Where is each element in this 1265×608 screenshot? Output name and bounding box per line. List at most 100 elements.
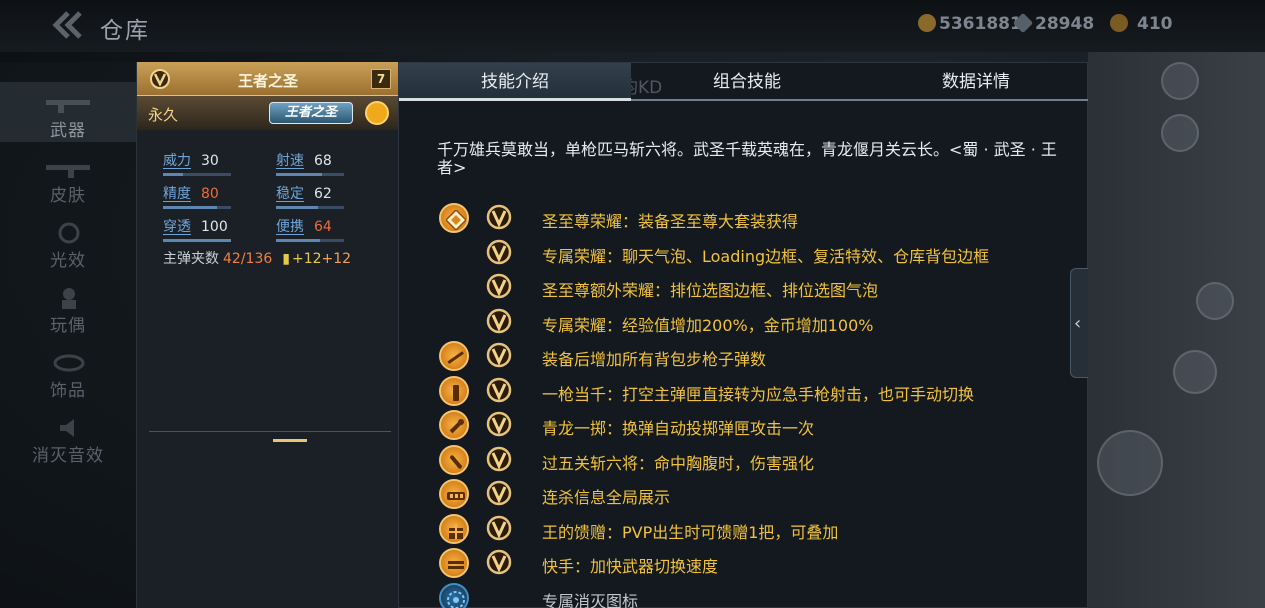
token-icon [1110,14,1128,32]
diamond-badge-icon [439,203,469,233]
skill-row: 过五关斩六将：命中胸腹时，伤害强化 [399,443,1089,475]
settings-icon[interactable] [1161,62,1199,100]
top-bar: 仓库 5361881 28948 410 [0,0,1265,52]
skill-text: 青龙一掷：换弹自动投掷弹匣攻击一次 [542,419,815,438]
accessory-icon [53,354,85,372]
currency-badge-icon [365,101,389,125]
stat-portability-bar [276,239,344,242]
kill-emblem-icon [439,582,469,608]
skill-text: 圣至尊额外荣耀：排位选图边框、排位选图气泡 [542,281,879,300]
skill-row: 快手：加快武器切换速度 [399,546,1089,578]
doll-icon [62,288,76,309]
weapon-name: 王者之圣 [237,72,298,90]
vip-v-icon [486,446,512,471]
skill-row: 青龙一掷：换弹自动投掷弹匣攻击一次 [399,408,1089,440]
weapon-level: 7 [371,69,391,89]
speaker-icon [60,419,74,437]
grenade-throw-icon [439,410,469,440]
vip-v-icon [486,377,512,402]
skill-text: 专属荣耀：经验值增加200%，金币增加100% [542,315,874,335]
skill-row: 装备后增加所有背包步枪子弹数 [399,339,1089,371]
chevron-left-icon: ‹ [1074,313,1082,334]
ammo-info: 主弹夹数 42/136 ▮ +12+12 [163,251,352,267]
skill-row: 专属消灭图标 [399,581,1089,608]
vip-v-icon [486,342,512,368]
vip-v-icon [486,308,512,333]
gold-currency: 5361881 [918,14,1022,34]
skill-row: 专属荣耀：经验值增加200%，金币增加100% [399,305,1089,337]
tab-bar: 场次 胜 平均KD 技能介绍 组合技能 数据详情 [399,63,1089,101]
back-chevron-icon[interactable] [50,10,84,40]
stat-power-bar [163,173,231,176]
jump-icon[interactable] [1173,350,1217,394]
weapon-description: 千万雄兵莫敢当，单枪匹马斩六将。武圣千载英魂在，青龙偃月关云长。<蜀 · 武圣 … [437,140,1057,177]
tab-data-details[interactable]: 数据详情 [863,63,1089,101]
bullet-icon [439,444,469,475]
vip-v-icon [486,549,512,575]
vip-v-icon [486,411,512,437]
tab-skill-intro[interactable]: 技能介绍 [399,63,631,101]
stat-accuracy: 精度 80 [163,186,219,202]
skill-row: 王的馈赠：PVP出生时可馈赠1把，可叠加 [399,512,1089,544]
glow-effect-icon [58,222,80,244]
vip-v-icon [486,480,512,506]
magazine-icon [439,375,469,406]
gift-icon [439,513,469,544]
skill-row: 圣至尊荣耀：装备圣至尊大套装获得 [399,201,1089,233]
fire-button-icon[interactable] [1097,430,1163,496]
player-icon[interactable] [1161,114,1199,152]
weapon-badge: 王者之圣 [269,102,353,124]
skill-row: 专属荣耀：聊天气泡、Loading边框、复活特效、仓库背包边框 [399,236,1089,268]
stat-fire-rate: 射速 68 [276,153,332,169]
diamond-icon [1012,12,1034,34]
rifle-icon [46,100,90,113]
vip-v-icon [486,515,512,540]
stat-stability: 稳定 62 [276,186,332,202]
rifle-icon [439,341,469,371]
weapon-subheader: 永久 王者之圣 [137,96,399,130]
tab-combo-skills[interactable]: 组合技能 [631,63,863,101]
skill-text: 装备后增加所有背包步枪子弹数 [542,350,767,369]
diamond-currency: 28948 [1012,12,1094,34]
weapon-swap-icon [439,548,469,578]
stat-portability: 便携 64 [276,219,332,235]
skill-text: 专属消灭图标 [542,591,639,608]
sidebar-item-effects[interactable]: 光效 [0,212,136,272]
vip-v-icon [486,239,512,264]
stat-penetration: 穿透 100 [163,219,228,235]
screen: { "topbar": { "title": "仓库", "currencies… [0,0,1265,608]
skill-text: 圣至尊荣耀：装备圣至尊大套装获得 [542,212,799,231]
rifle-skin-icon [46,165,90,178]
divider [149,431,391,432]
sidebar-item-kill-sounds[interactable]: 消灭音效 [0,407,136,467]
stat-accuracy-bar [163,206,231,209]
skill-text: 过五关斩六将：命中胸腹时，伤害强化 [542,453,815,473]
sidebar-item-skins[interactable]: 皮肤 [0,147,136,207]
stat-stability-bar [276,206,344,209]
stat-power: 威力 30 [163,153,219,169]
skill-text: 一枪当千：打空主弹匣直接转为应急手枪射击，也可手动切换 [542,384,975,404]
skill-text: 连杀信息全局展示 [542,488,671,507]
sidebar-item-accessories[interactable]: 饰品 [0,342,136,402]
collapse-panel-button[interactable]: ‹ [1070,268,1088,378]
skill-text: 王的馈赠：PVP出生时可馈赠1把，可叠加 [542,522,839,542]
skill-text: 快手：加快武器切换速度 [542,557,719,576]
sidebar-item-dolls[interactable]: 玩偶 [0,277,136,337]
chat-icon[interactable] [1196,282,1234,320]
page-title: 仓库 [100,18,150,44]
skill-row: 一枪当千：打空主弹匣直接转为应急手枪射击，也可手动切换 [399,374,1089,406]
vip-v-icon [486,273,512,299]
weapon-header: 王者之圣 7 [137,62,399,96]
duration-label: 永久 [148,106,179,124]
token-currency: 410 [1110,14,1173,34]
gold-coin-icon [918,14,936,32]
stat-penetration-bar [163,239,231,242]
vip-v-icon [486,204,512,230]
skill-text: 专属荣耀：聊天气泡、Loading边框、复活特效、仓库背包边框 [542,246,990,266]
skill-panel: 场次 胜 平均KD 技能介绍 组合技能 数据详情 千万雄兵莫敢当，单枪匹马斩六将… [398,62,1089,608]
skill-row: 连杀信息全局展示 [399,477,1089,509]
sidebar-item-weapons[interactable]: 武器 [0,82,136,142]
page-indicator [273,439,307,442]
bullet-icon: ▮ [282,251,290,267]
stat-fire-rate-bar [276,173,344,176]
